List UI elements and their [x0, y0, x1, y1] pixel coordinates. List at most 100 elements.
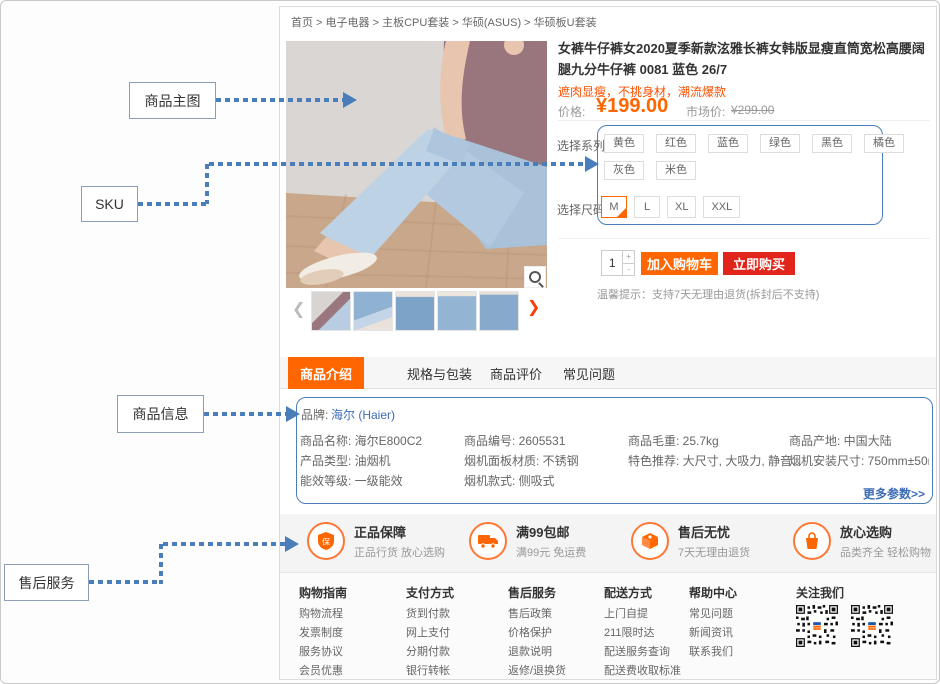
info-cell: 烟机面板材质: 不锈钢	[464, 452, 579, 469]
thumbnail-5[interactable]	[479, 291, 519, 331]
series-option[interactable]: 橘色	[864, 134, 904, 153]
footer-link[interactable]: 会员优惠	[299, 662, 343, 678]
info-cell: 能效等级: 一级能效	[300, 472, 403, 489]
quantity-decrease-button[interactable]: -	[623, 264, 634, 276]
brand-link[interactable]: 海尔 (Haier)	[331, 406, 395, 423]
price-label: 价格:	[558, 103, 585, 120]
qr-code-1	[796, 605, 838, 647]
arrow-right-icon	[585, 156, 599, 172]
annotation-main-image: 商品主图	[129, 82, 216, 119]
quantity-value[interactable]: 1	[602, 251, 622, 275]
annotated-product-page: 首页 > 电子电器 > 主板CPU套装 > 华硕(ASUS) > 华硕板U套装 …	[0, 0, 940, 684]
size-option[interactable]: L	[634, 196, 660, 218]
annotation-product-info: 商品信息	[117, 395, 204, 433]
zoom-button[interactable]	[524, 266, 546, 288]
add-to-cart-button[interactable]: 加入购物车	[641, 252, 718, 275]
service-title: 放心选购	[840, 522, 931, 541]
footer-link[interactable]: 211限时达	[604, 624, 655, 640]
brand-label: 品牌:	[301, 406, 328, 423]
annotation-connector	[159, 544, 163, 584]
quantity-stepper[interactable]: 1 + -	[601, 250, 635, 276]
market-price: ¥299.00	[731, 103, 774, 117]
footer-link[interactable]: 网上支付	[406, 624, 450, 640]
tab-faq[interactable]: 常见问题	[563, 364, 615, 383]
series-option[interactable]: 黄色	[604, 134, 644, 153]
annotation-connector	[205, 164, 209, 204]
footer-link[interactable]: 上门自提	[604, 605, 648, 621]
info-cell: 商品产地: 中国大陆	[789, 432, 892, 449]
footer-col-title: 帮助中心	[689, 584, 737, 601]
annotation-after-sales: 售后服务	[4, 564, 89, 601]
footer-link[interactable]: 购物流程	[299, 605, 343, 621]
gallery-next-button[interactable]: ❯	[527, 300, 540, 316]
series-option[interactable]: 红色	[656, 134, 696, 153]
info-cell: 商品名称: 海尔E800C2	[300, 432, 422, 449]
service-subtitle: 7天无理由退货	[678, 544, 750, 560]
series-option[interactable]: 米色	[656, 161, 696, 180]
footer-link[interactable]: 服务协议	[299, 643, 343, 659]
footer-link[interactable]: 新闻资讯	[689, 624, 733, 640]
thumbnail-2[interactable]	[353, 291, 393, 331]
quantity-increase-button[interactable]: +	[623, 251, 634, 264]
info-cell: 烟机安装尺寸: 750mm±50mm (烟...	[789, 452, 929, 469]
series-option[interactable]: 黑色	[812, 134, 852, 153]
footer-col-title: 购物指南	[299, 584, 347, 601]
footer-col-title: 支付方式	[406, 584, 454, 601]
footer-link[interactable]: 价格保护	[508, 624, 552, 640]
truck-icon	[469, 522, 507, 560]
footer-link[interactable]: 售后政策	[508, 605, 552, 621]
series-option[interactable]: 蓝色	[708, 134, 748, 153]
current-price: ¥199.00	[596, 95, 668, 118]
service-subtitle: 品类齐全 轻松购物	[840, 544, 931, 560]
svg-text:保: 保	[322, 537, 330, 547]
more-params-link[interactable]: 更多参数>>	[863, 485, 925, 502]
size-options-row: M L XL XXL	[601, 196, 740, 218]
tab-product-intro[interactable]: 商品介绍	[288, 357, 364, 389]
thumbnail-4[interactable]	[437, 291, 477, 331]
size-option[interactable]: XXL	[703, 196, 740, 218]
annotation-connector	[163, 542, 285, 546]
footer-link[interactable]: 银行转帐	[406, 662, 450, 678]
series-label: 选择系列:	[557, 137, 608, 154]
breadcrumb[interactable]: 首页 > 电子电器 > 主板CPU套装 > 华硕(ASUS) > 华硕板U套装	[291, 14, 597, 30]
arrow-right-icon	[285, 536, 299, 552]
divider	[558, 120, 930, 121]
divider	[558, 238, 930, 239]
return-policy-tip: 温馨提示：支持7天无理由退货(拆封后不支持)	[597, 286, 819, 302]
annotation-connector	[216, 98, 344, 102]
service-subtitle: 满99元 免运费	[516, 544, 586, 560]
series-option[interactable]: 绿色	[760, 134, 800, 153]
footer-link[interactable]: 退款说明	[508, 643, 552, 659]
service-title: 正品保障	[354, 522, 445, 541]
footer-link[interactable]: 配送服务查询	[604, 643, 670, 659]
footer-link[interactable]: 联系我们	[689, 643, 733, 659]
footer-link[interactable]: 分期付款	[406, 643, 450, 659]
thumbnail-1[interactable]	[311, 291, 351, 331]
footer-col-title: 关注我们	[796, 584, 844, 601]
info-cell: 特色推荐: 大尺寸, 大吸力, 静音...	[628, 452, 802, 469]
annotation-sku: SKU	[81, 186, 138, 222]
series-options-row2: 灰色 米色	[604, 161, 696, 180]
series-option[interactable]: 灰色	[604, 161, 644, 180]
tab-spec-packaging[interactable]: 规格与包装	[407, 364, 472, 383]
tab-reviews[interactable]: 商品评价	[490, 364, 542, 383]
footer-link[interactable]: 发票制度	[299, 624, 343, 640]
size-option[interactable]: XL	[667, 196, 696, 218]
arrow-right-icon	[343, 92, 357, 108]
footer-link[interactable]: 货到付款	[406, 605, 450, 621]
buy-now-button[interactable]: 立即购买	[723, 252, 795, 275]
info-cell: 烟机款式: 侧吸式	[464, 472, 555, 489]
series-options-row1: 黄色 红色 蓝色 绿色 黑色 橘色	[604, 134, 904, 153]
footer-link[interactable]: 常见问题	[689, 605, 733, 621]
footer-link[interactable]: 返修/退换货	[508, 662, 566, 678]
market-price-label: 市场价:	[686, 103, 725, 120]
thumbnail-3[interactable]	[395, 291, 435, 331]
annotation-connector	[204, 412, 286, 416]
footer-col-title: 售后服务	[508, 584, 556, 601]
service-item-free-shipping: 满99包邮满99元 免运费	[469, 522, 586, 560]
footer-link[interactable]: 配送费收取标准	[604, 662, 681, 678]
annotation-connector	[138, 202, 210, 206]
info-cell: 商品毛重: 25.7kg	[628, 432, 719, 449]
gallery-prev-button[interactable]: ❮	[292, 302, 305, 318]
size-option-selected[interactable]: M	[601, 196, 627, 218]
